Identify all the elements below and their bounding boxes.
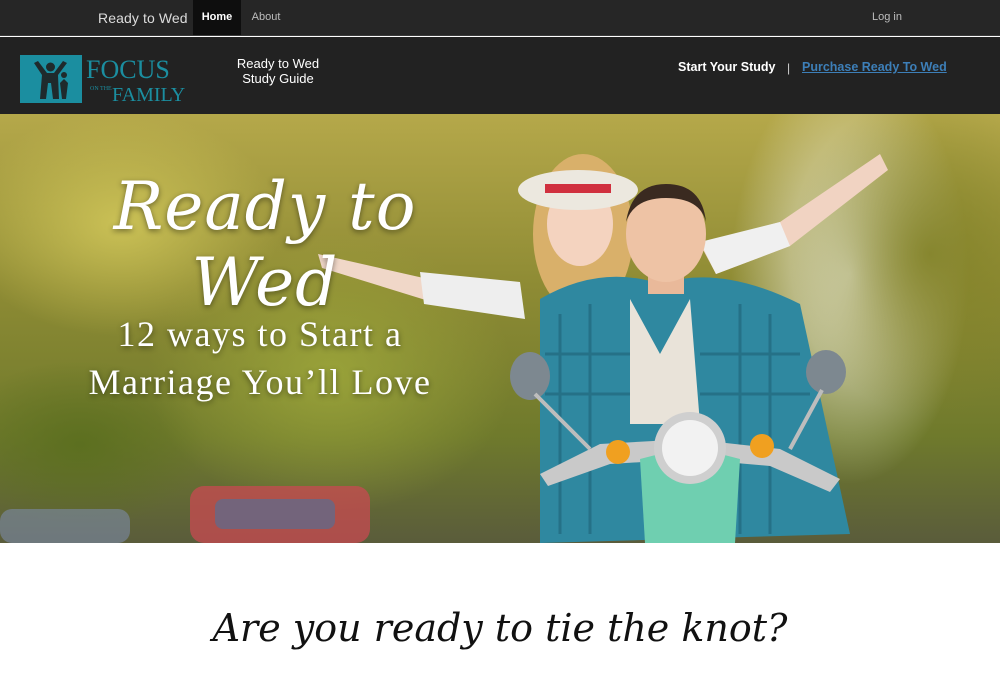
logo-wordmark-focus: FOCUS	[86, 55, 170, 84]
section-heading-tie-the-knot: Are you ready to tie the knot?	[212, 606, 788, 650]
logo-wordmark-on-the: ON THE	[90, 86, 112, 92]
hero-subtitle-line2: Marriage You’ll Love	[88, 362, 432, 402]
top-navbar: Ready to Wed Home About Log in	[0, 0, 1000, 36]
hero-banner: Ready to Wed 12 ways to Start a Marriage…	[0, 114, 1000, 543]
hero-title: Ready to Wed	[113, 168, 417, 321]
study-guide-title-line2: Study Guide	[242, 71, 314, 86]
nav-about[interactable]: About	[245, 0, 287, 35]
nav-home[interactable]: Home	[193, 0, 241, 35]
study-guide-title: Ready to Wed Study Guide	[222, 56, 334, 86]
logo-wordmark-family: FAMILY	[112, 84, 185, 105]
study-guide-title-line1: Ready to Wed	[236, 56, 320, 71]
start-your-study-link[interactable]: Start Your Study	[678, 60, 775, 74]
focus-on-the-family-logo[interactable]: FOCUS ON THE FAMILY	[20, 53, 210, 105]
hero-subtitle: 12 ways to Start a Marriage You’ll Love	[60, 310, 460, 406]
site-header: FOCUS ON THE FAMILY Ready to Wed Study G…	[0, 37, 1000, 114]
hero-subtitle-line1: 12 ways to Start a	[117, 314, 403, 354]
login-link[interactable]: Log in	[862, 0, 912, 35]
purchase-ready-to-wed-link[interactable]: Purchase Ready To Wed	[802, 60, 947, 74]
link-separator: |	[787, 61, 791, 75]
brand-link[interactable]: Ready to Wed	[98, 10, 188, 26]
